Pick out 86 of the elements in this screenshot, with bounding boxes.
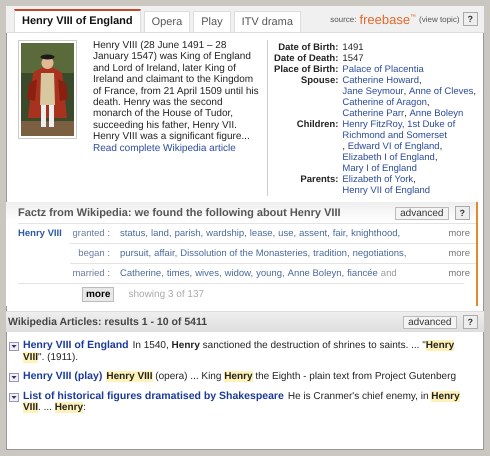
tab[interactable]: ITV drama bbox=[234, 11, 301, 32]
fact-link[interactable]: Palace of Placentia bbox=[342, 64, 424, 75]
result-text: Henry VIII (play) Henry VIII (opera) ... King Henry the Eighth - plain text from Project Gutenberg bbox=[23, 371, 456, 382]
separator: , bbox=[434, 152, 438, 163]
fact-link[interactable]: Elizabeth I of England bbox=[342, 152, 435, 163]
fact-link[interactable]: Elizabeth of York bbox=[342, 174, 414, 185]
term-link[interactable]: pursuit, bbox=[120, 248, 152, 259]
fact-link[interactable]: Catherine Howard bbox=[342, 75, 419, 86]
result-link[interactable]: Henry VIII of England bbox=[23, 339, 129, 351]
term-link[interactable]: fair, bbox=[332, 228, 348, 239]
fact-link[interactable]: Henry FitzRoy, 1st Duke of Richmond and Somerset bbox=[342, 119, 480, 141]
term-link[interactable]: Dissolution of the Monasteries, bbox=[180, 248, 310, 259]
term-link[interactable]: parish, bbox=[174, 228, 204, 239]
term-link[interactable]: lease, bbox=[250, 228, 276, 239]
fact-label: Place of Birth: bbox=[274, 64, 338, 75]
fact-label: Date of Birth: bbox=[277, 42, 338, 53]
freebase-logo: freebase$^{™}$ bbox=[359, 12, 416, 26]
advanced-button[interactable]: advanced bbox=[403, 316, 456, 328]
term-link[interactable]: status, bbox=[120, 228, 148, 239]
term-link[interactable]: fiancée bbox=[347, 268, 378, 279]
term-link[interactable]: wives, bbox=[195, 268, 222, 279]
showing-count: showing 3 of 137 bbox=[128, 289, 204, 300]
result-text: List of historical figures dramatised by Shakespeare He is Cranmer's chief enemy, in Henry VIII. ... Henry: bbox=[23, 390, 461, 414]
verb-label: married : bbox=[72, 268, 111, 279]
advanced-button[interactable]: advanced bbox=[395, 206, 448, 220]
result-link[interactable]: Henry VIII (play) bbox=[23, 370, 102, 382]
help-button[interactable]: ? bbox=[462, 315, 478, 329]
tab[interactable]: Play bbox=[193, 11, 231, 32]
verb-label: granted : bbox=[72, 228, 111, 239]
tab[interactable]: Henry VIII of England bbox=[14, 9, 141, 32]
more-link[interactable]: more bbox=[442, 228, 476, 239]
trailing-word: and bbox=[380, 268, 397, 279]
dropdown-icon[interactable] bbox=[9, 392, 19, 402]
summary-text: Henry VIII (28 June 1491 – 28 January 1547) was King of England and Lord of Ireland, later King of Ireland and claimant to the Kingdom of France, from 21 April 1509 until his death. Henry was the second monarch of the House of Tudor, succeeding his father, Henry VII. Henry VIII was a significant figure... Read complete Wikipedia article bbox=[93, 40, 260, 154]
dropdown-icon[interactable] bbox=[9, 373, 19, 382]
fact-link[interactable]: Edward VI of England bbox=[348, 141, 440, 152]
separator: , bbox=[440, 141, 442, 152]
fact-label: Date of Death: bbox=[274, 53, 338, 64]
term-link[interactable]: affair, bbox=[154, 248, 178, 259]
term-link[interactable]: knighthood, bbox=[351, 228, 400, 239]
tab[interactable]: Opera bbox=[144, 11, 190, 32]
separator: , bbox=[426, 97, 430, 108]
fact-value: 1491 bbox=[342, 42, 364, 53]
term-link[interactable]: Catherine, bbox=[120, 268, 164, 279]
fact-label: Spouse: bbox=[300, 75, 338, 88]
view-topic-link[interactable]: (view topic) bbox=[419, 14, 460, 24]
fact-label: Children: bbox=[296, 119, 338, 132]
fact-link[interactable]: Mary I of England bbox=[342, 163, 417, 174]
help-button[interactable]: ? bbox=[462, 12, 478, 26]
factz-title: Factz from Wikipedia: we found the following about Henry VIII bbox=[18, 207, 341, 219]
separator: , bbox=[413, 174, 416, 185]
term-link[interactable]: assent, bbox=[299, 228, 330, 239]
separator: , bbox=[418, 75, 422, 86]
term-link[interactable]: Anne Boleyn, bbox=[288, 268, 344, 279]
fact-link[interactable]: Anne of Cleves bbox=[408, 86, 474, 97]
separator: , bbox=[473, 86, 476, 97]
term-link[interactable]: wardship, bbox=[206, 228, 247, 239]
term-link[interactable]: young, bbox=[256, 268, 285, 279]
separator: , bbox=[404, 108, 408, 119]
separator: , bbox=[342, 141, 346, 152]
fact-link[interactable]: Catherine of Aragon bbox=[342, 97, 427, 108]
results-title: Wikipedia Articles: results 1 - 10 of 5411 bbox=[8, 316, 208, 328]
result-text: Henry VIII of England In 1540, Henry sanctioned the destruction of shrines to saints. ... "Henry VIII". (1911). bbox=[23, 340, 456, 363]
fact-link[interactable]: Anne Boleyn bbox=[409, 108, 464, 119]
term-link[interactable]: negotiations, bbox=[352, 248, 406, 259]
dropdown-icon[interactable] bbox=[9, 342, 19, 351]
separator: , bbox=[404, 86, 408, 97]
fact-link[interactable]: Henry VII of England bbox=[342, 185, 430, 196]
verb-label: began : bbox=[77, 248, 111, 259]
help-button[interactable]: ? bbox=[454, 206, 470, 220]
fact-link[interactable]: Jane Seymour bbox=[342, 86, 404, 97]
fact-value: 1547 bbox=[342, 53, 364, 64]
term-link[interactable]: tradition, bbox=[313, 248, 350, 259]
more-link[interactable]: more bbox=[442, 248, 476, 259]
fact-label: Parents: bbox=[299, 174, 338, 187]
fact-link[interactable]: Catherine Parr bbox=[342, 108, 404, 119]
term-link[interactable]: use, bbox=[278, 228, 296, 239]
more-link[interactable]: more bbox=[442, 268, 476, 279]
term-link[interactable]: land, bbox=[151, 228, 172, 239]
term-link[interactable]: times, bbox=[166, 268, 192, 279]
read-more-link[interactable]: Read complete Wikipedia article bbox=[93, 142, 236, 154]
subject-link[interactable]: Henry VIII bbox=[18, 228, 70, 239]
term-link[interactable]: widow, bbox=[224, 268, 254, 279]
source-label: source: bbox=[330, 14, 356, 24]
more-button[interactable]: more bbox=[82, 287, 114, 302]
result-link[interactable]: List of historical figures dramatised by Shakespeare bbox=[23, 390, 284, 402]
